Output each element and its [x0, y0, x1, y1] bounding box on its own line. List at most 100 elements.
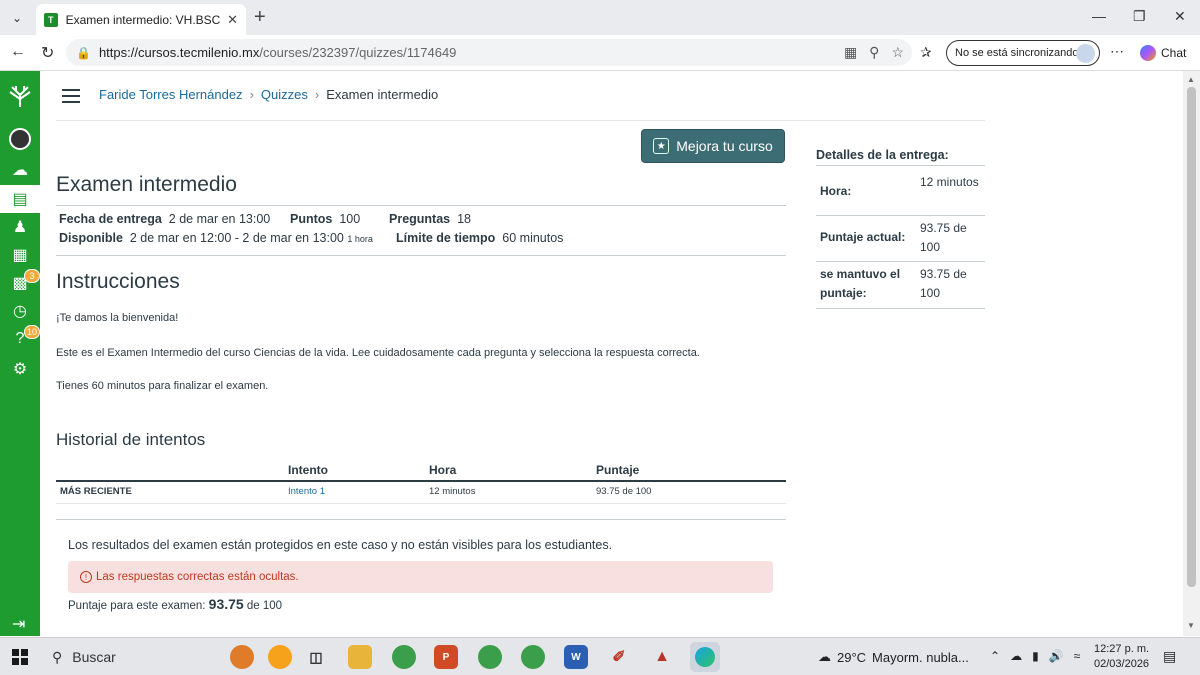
refresh-icon[interactable]: ↻ — [41, 43, 54, 63]
tecmilenio-favicon-icon: T — [44, 12, 58, 27]
time-limit-label: Límite de tiempo — [396, 231, 496, 245]
weather-widget[interactable]: ☁ 29°C Mayorm. nubla... — [818, 649, 969, 665]
url-path: /courses/232397/quizzes/1174649 — [259, 45, 457, 60]
more-icon[interactable]: ⋯ — [1110, 43, 1124, 60]
browser-tab-strip: ⌄ T Examen intermedio: VH.BSCN2005 ✕ + —… — [0, 0, 1200, 35]
score-prefix: Puntaje para este examen: — [68, 600, 209, 612]
minimize-icon[interactable]: — — [1092, 8, 1106, 24]
favorites-icon[interactable]: ✰ — [920, 44, 932, 61]
search-label: Buscar — [72, 649, 116, 665]
divider — [56, 205, 786, 206]
close-icon[interactable]: ✕ — [227, 12, 238, 28]
account-nav-item[interactable] — [0, 125, 40, 153]
improve-course-button[interactable]: ★ Mejora tu curso — [641, 129, 785, 163]
detail-value-kept-score: 93.75 de 100 — [920, 267, 967, 300]
studio-icon[interactable]: ⚙ — [0, 355, 40, 383]
powerpoint-icon[interactable]: P — [434, 645, 458, 669]
page-scrollbar[interactable]: ▲ ▼ — [1183, 71, 1200, 636]
zoom-icon[interactable]: ⚲ — [869, 44, 879, 61]
profile-avatar — [1076, 44, 1095, 63]
notification-icon[interactable]: ▤ — [1163, 648, 1176, 665]
user-avatar — [9, 128, 31, 150]
arc-app-icon[interactable]: ▲ — [650, 645, 674, 669]
wifi-icon[interactable]: ≈ — [1074, 649, 1081, 663]
volume-icon[interactable]: 🔊 — [1049, 649, 1064, 663]
network-icon[interactable]: ☁ — [1010, 649, 1022, 663]
taskbar-search[interactable]: ⚲ Buscar — [44, 642, 219, 672]
points-value: 100 — [339, 212, 361, 226]
apps-icon[interactable]: ▦ — [844, 44, 857, 61]
breadcrumb-quizzes[interactable]: Quizzes — [261, 87, 308, 102]
star-hand-icon: ★ — [653, 138, 670, 154]
url-actions: ▦ ⚲ ☆ — [844, 44, 904, 61]
hidden-answers-alert: ! Las respuestas correctas están ocultas… — [68, 561, 773, 593]
tecmilenio-logo-icon[interactable] — [0, 79, 40, 113]
clock-date: 02/03/2026 — [1094, 658, 1150, 670]
cloud-icon: ☁ — [818, 649, 831, 664]
url-field[interactable]: 🔒 https://cursos.tecmilenio.mx/courses/2… — [66, 39, 912, 66]
breadcrumb-course[interactable]: Faride Torres Hernández — [99, 87, 243, 102]
pen-app-icon[interactable]: ✐ — [607, 645, 631, 669]
courses-icon[interactable]: ▤ — [0, 185, 40, 213]
scroll-thumb[interactable] — [1187, 87, 1196, 587]
breadcrumb-current: Examen intermedio — [326, 87, 439, 102]
edge-logo-icon — [695, 647, 715, 667]
divider — [816, 308, 985, 309]
instructions-paragraph-3: Tienes 60 minutos para finalizar el exam… — [56, 380, 269, 392]
results-protected-text: Los resultados del examen están protegid… — [68, 538, 613, 552]
new-tab-icon[interactable]: + — [254, 7, 266, 27]
questions-value: 18 — [457, 212, 471, 226]
attempt-link[interactable]: Intento 1 — [288, 486, 325, 497]
chat-label: Chat — [1161, 46, 1187, 60]
history-row-label: MÁS RECIENTE — [60, 486, 132, 497]
globe-app-icon[interactable] — [230, 645, 254, 669]
browser-tab[interactable]: T Examen intermedio: VH.BSCN2005 ✕ — [36, 4, 246, 35]
points-label: Puntos — [290, 212, 333, 226]
windows-start-icon[interactable] — [12, 649, 28, 665]
chevron-up-icon[interactable]: ⌃ — [990, 649, 1000, 663]
back-icon[interactable]: ← — [10, 43, 26, 61]
chat-button[interactable]: Chat — [1140, 45, 1186, 61]
file-explorer-icon[interactable] — [348, 645, 372, 669]
weather-temp: 29°C — [837, 649, 867, 665]
calendar-icon[interactable]: ▦ — [0, 241, 40, 269]
restore-icon[interactable]: ❐ — [1133, 8, 1146, 25]
chrome-icon[interactable] — [392, 645, 416, 669]
course-menu-toggle-icon[interactable] — [62, 89, 80, 103]
sync-label: No se está sincronizando — [955, 47, 1079, 59]
collapse-nav-icon[interactable]: ⇥ — [12, 614, 25, 634]
history-header-attempt: Intento — [288, 463, 328, 477]
inbox-badge: 3 — [24, 269, 40, 283]
sync-button[interactable]: No se está sincronizando — [946, 40, 1100, 66]
tab-list-icon[interactable]: ⌄ — [6, 7, 28, 29]
divider — [56, 519, 786, 520]
available-duration: 1 hora — [347, 234, 373, 244]
task-view-icon[interactable]: ◫ — [304, 645, 328, 669]
battery-icon[interactable]: ▮ — [1032, 649, 1039, 663]
history-icon[interactable]: ◷ — [0, 297, 40, 325]
scroll-up-icon[interactable]: ▲ — [1187, 75, 1195, 84]
taskbar-clock[interactable]: 12:27 p. m. 02/03/2026 — [1094, 642, 1149, 672]
chrome-profile-icon[interactable] — [478, 645, 502, 669]
help-badge: 10 — [24, 325, 40, 339]
window-close-icon[interactable]: ✕ — [1174, 8, 1186, 25]
history-row-time: 12 minutos — [429, 486, 476, 497]
scroll-down-icon[interactable]: ▼ — [1187, 621, 1195, 630]
groups-icon[interactable]: ♟ — [0, 213, 40, 241]
address-bar: ← ↻ 🔒 https://cursos.tecmilenio.mx/cours… — [0, 35, 1200, 71]
chrome-profile-2-icon[interactable] — [521, 645, 545, 669]
available-label: Disponible — [59, 231, 123, 245]
instructions-paragraph-2: Este es el Examen Intermedio del curso C… — [56, 347, 700, 359]
word-icon[interactable]: W — [564, 645, 588, 669]
dashboard-icon[interactable]: ☁ — [0, 156, 40, 184]
divider — [816, 165, 985, 166]
edge-icon[interactable] — [690, 642, 720, 672]
divider — [56, 480, 786, 482]
divider — [56, 255, 786, 256]
divider — [56, 120, 985, 121]
quiz-score: Puntaje para este examen: 93.75 de 100 — [68, 596, 282, 612]
favorite-icon[interactable]: ☆ — [891, 44, 904, 61]
orange-app-icon[interactable] — [268, 645, 292, 669]
due-label: Fecha de entrega — [59, 212, 162, 226]
time-limit-value: 60 minutos — [502, 231, 564, 245]
